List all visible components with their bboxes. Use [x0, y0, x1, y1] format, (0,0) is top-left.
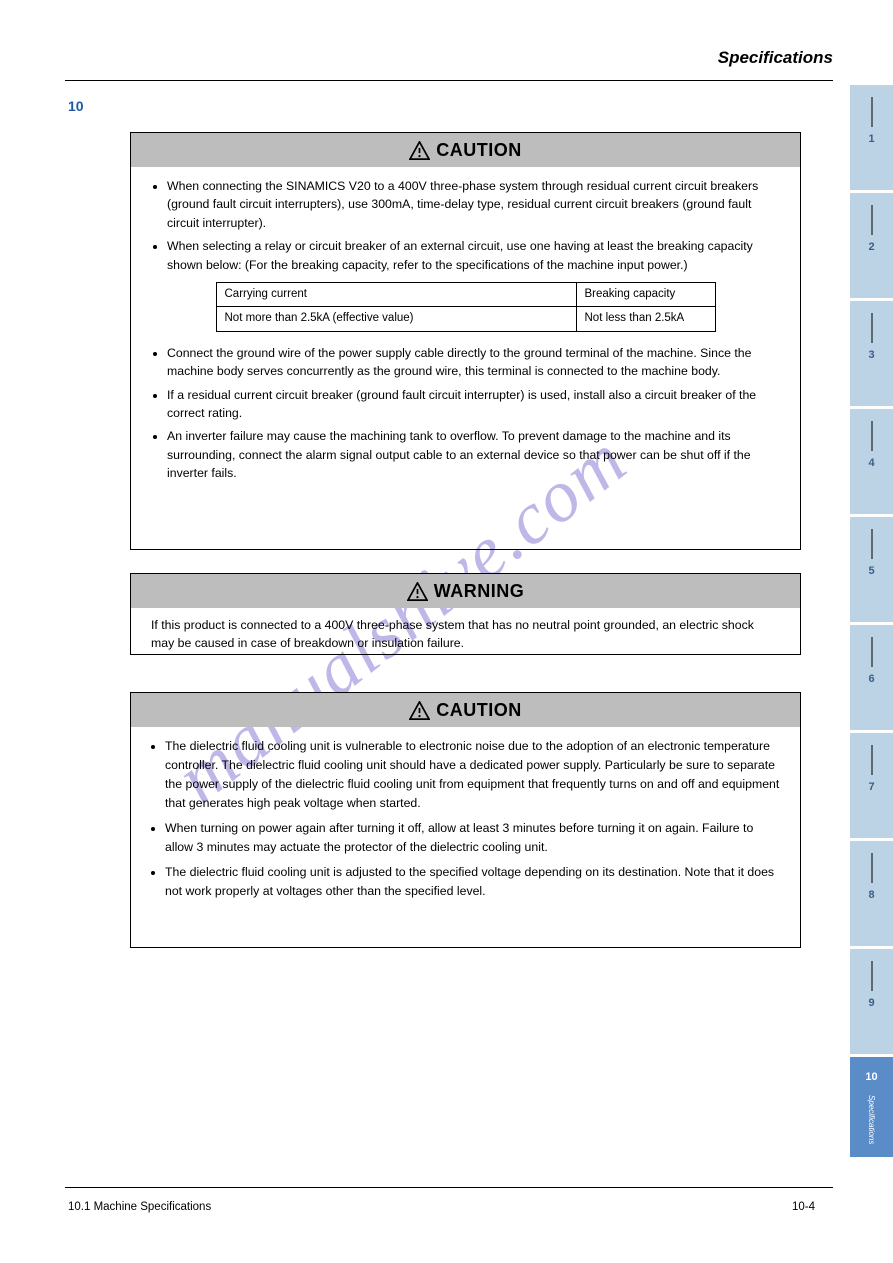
section-number: 10	[68, 98, 84, 114]
caution2-bullet-3: The dielectric fluid cooling unit is adj…	[165, 863, 780, 901]
table-data-1: Not more than 2.5kA (effective value)	[216, 307, 576, 331]
table-header-1: Carrying current	[216, 283, 576, 307]
table-header-2: Breaking capacity	[576, 283, 715, 307]
warning-icon	[409, 701, 430, 720]
tab-4[interactable]: 4	[850, 409, 893, 514]
box-header: WARNING	[131, 574, 800, 608]
caution-box-2: CAUTION The dielectric fluid cooling uni…	[130, 692, 801, 948]
footer-rule	[65, 1187, 833, 1188]
caution2-bullet-2: When turning on power again after turnin…	[165, 819, 780, 857]
table-data-2: Not less than 2.5kA	[576, 307, 715, 331]
caution-box-1: CAUTION When connecting the SINAMICS V20…	[130, 132, 801, 550]
tab-7[interactable]: 7	[850, 733, 893, 838]
caution-label: CAUTION	[436, 700, 522, 721]
footer-left: 10.1 Machine Specifications	[68, 1201, 211, 1213]
tab-3[interactable]: 3	[850, 301, 893, 406]
warning-box: WARNING If this product is connected to …	[130, 573, 801, 655]
tab-2[interactable]: 2	[850, 193, 893, 298]
caution1-bullet-3: Connect the ground wire of the power sup…	[167, 344, 778, 381]
caution2-bullet-1: The dielectric fluid cooling unit is vul…	[165, 737, 780, 813]
box-header: CAUTION	[131, 133, 800, 167]
footer-right: 10-4	[792, 1201, 815, 1213]
caution1-bullet-1: When connecting the SINAMICS V20 to a 40…	[167, 177, 778, 232]
caution1-bullet-5: An inverter failure may cause the machin…	[167, 427, 778, 482]
caution-label: CAUTION	[436, 140, 522, 161]
tab-1[interactable]: 1	[850, 85, 893, 190]
page-title: Specifications	[718, 48, 833, 68]
warning-text: If this product is connected to a 400V t…	[131, 608, 800, 661]
warning-icon	[409, 141, 430, 160]
caution1-bullet-2: When selecting a relay or circuit breake…	[167, 237, 778, 274]
tab-10[interactable]: 10 Specifications	[850, 1057, 893, 1157]
tab-5[interactable]: 5	[850, 517, 893, 622]
tab-6[interactable]: 6	[850, 625, 893, 730]
tab-9[interactable]: 9	[850, 949, 893, 1054]
box-header: CAUTION	[131, 693, 800, 727]
side-tabs: 1 2 3 4 5 6 7 8 9 10 Specifications	[838, 85, 893, 1160]
warning-label: WARNING	[434, 581, 525, 602]
caution1-bullet-4: If a residual current circuit breaker (g…	[167, 386, 778, 423]
header-rule	[65, 80, 833, 81]
breaking-capacity-table: Carrying current Breaking capacity Not m…	[216, 282, 716, 332]
warning-icon	[407, 582, 428, 601]
tab-8[interactable]: 8	[850, 841, 893, 946]
